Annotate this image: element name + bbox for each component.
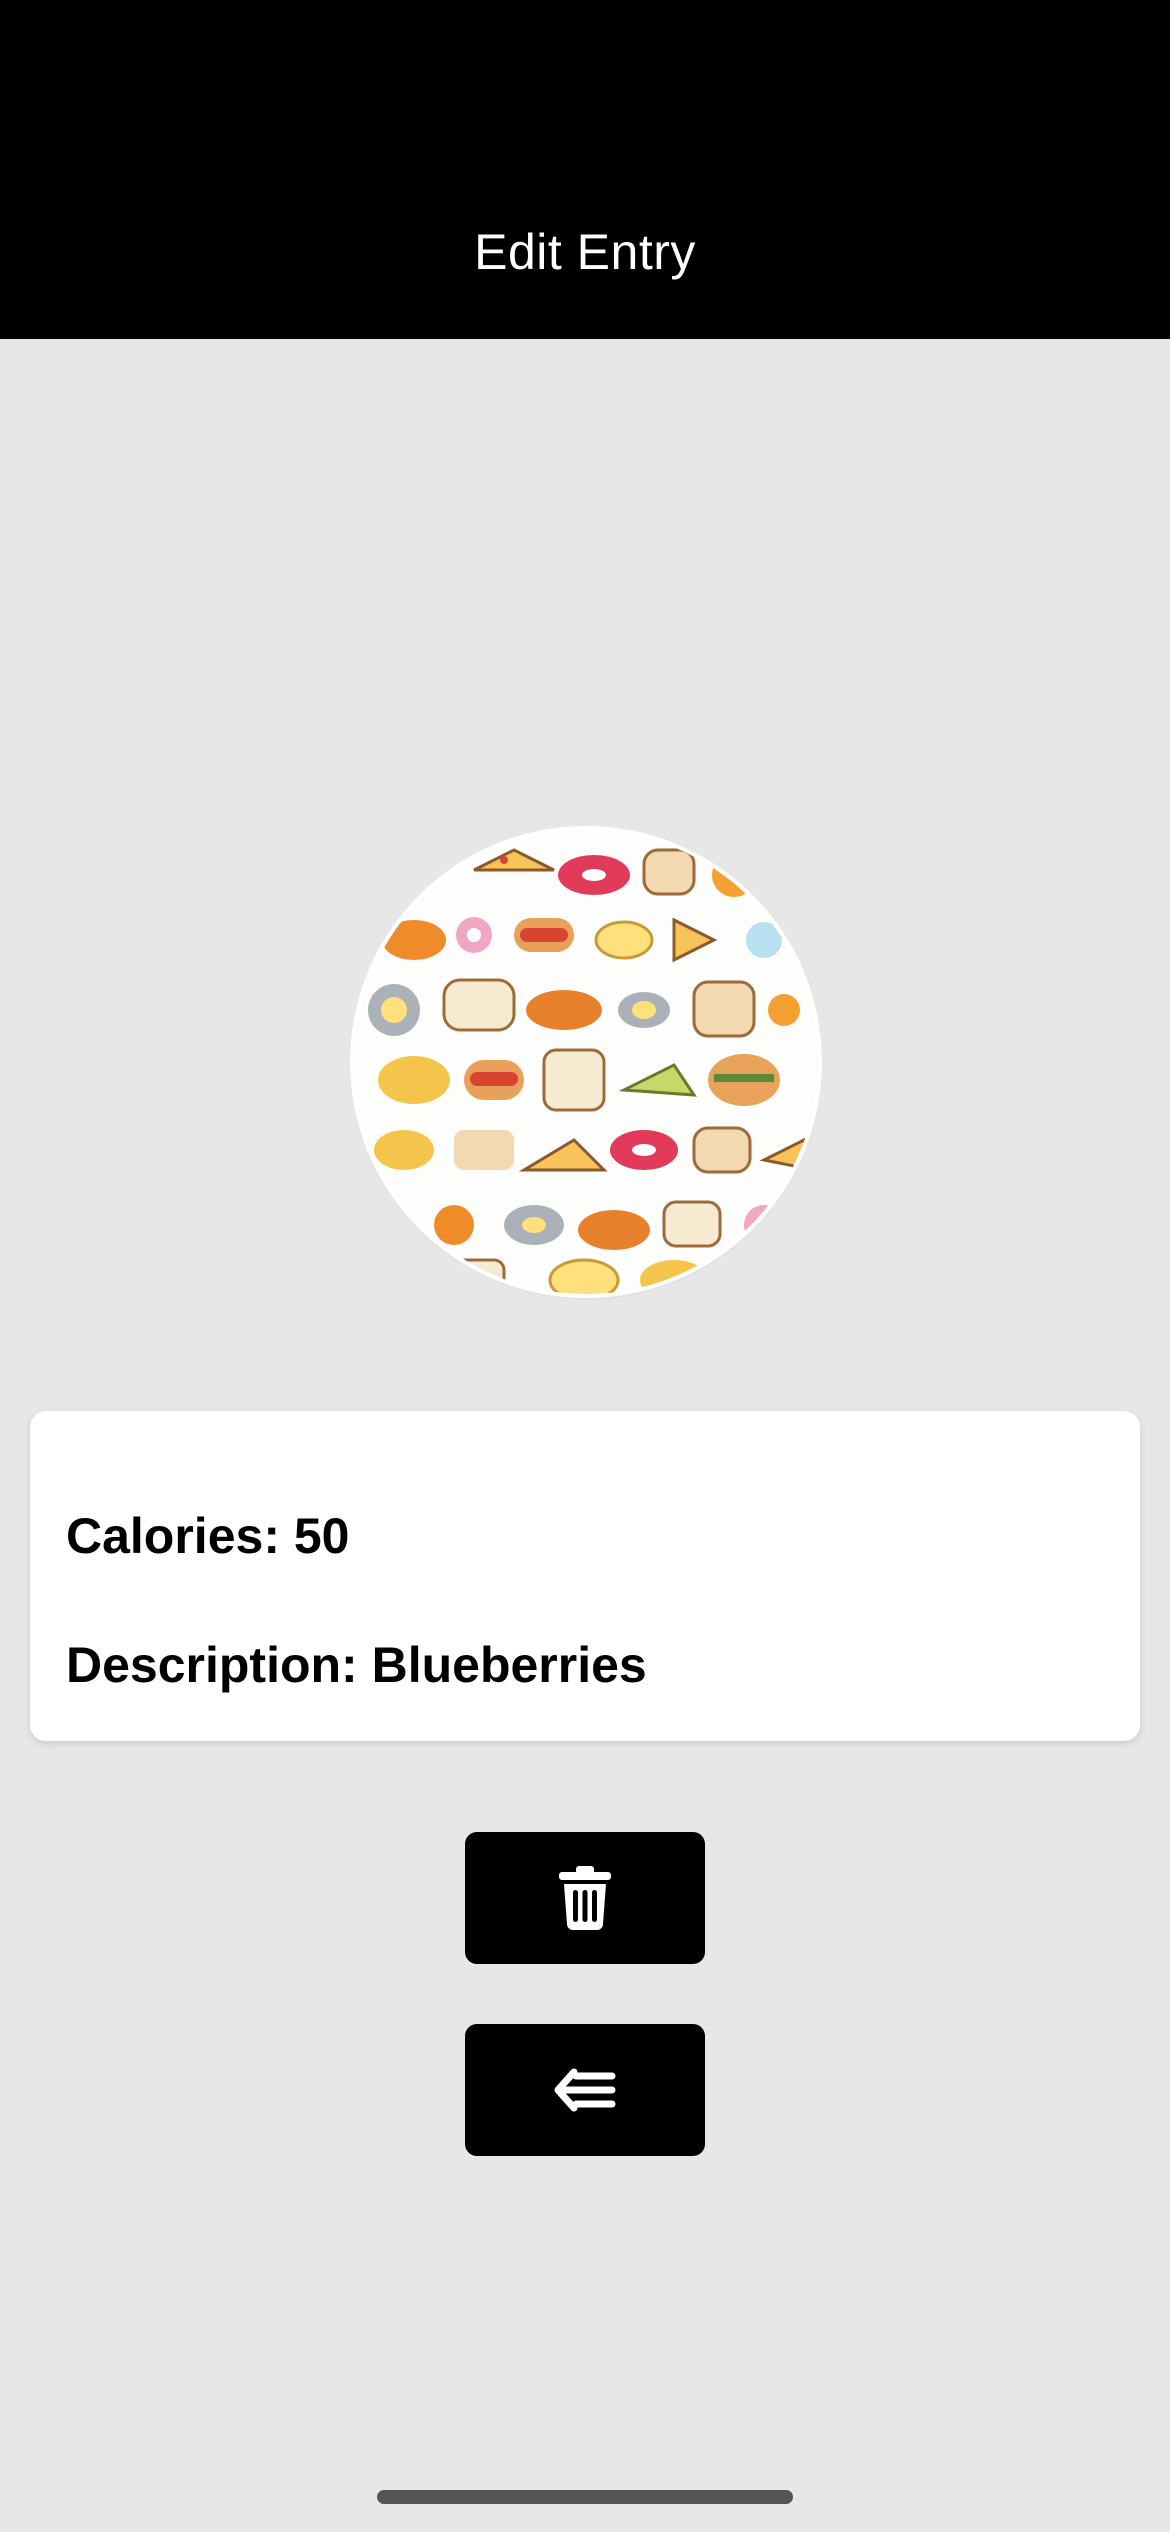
food-image [354,830,818,1294]
description-label: Description: Blueberries [66,1637,647,1693]
food-pattern-icon [354,830,818,1294]
top-bar: Edit Entry [0,0,1170,339]
edit-entry-screen: Edit Entry Calories: 50 Description: Blu… [0,0,1170,2532]
entry-details-card: Calories: 50 Description: Blueberries [30,1411,1140,1741]
arrow-left-list-icon [554,2068,616,2112]
home-indicator[interactable] [377,2490,793,2504]
delete-button[interactable] [465,1832,705,1964]
calories-label: Calories: 50 [66,1508,350,1564]
back-button[interactable] [465,2024,705,2156]
trash-icon [559,1866,611,1930]
page-title: Edit Entry [474,224,696,280]
